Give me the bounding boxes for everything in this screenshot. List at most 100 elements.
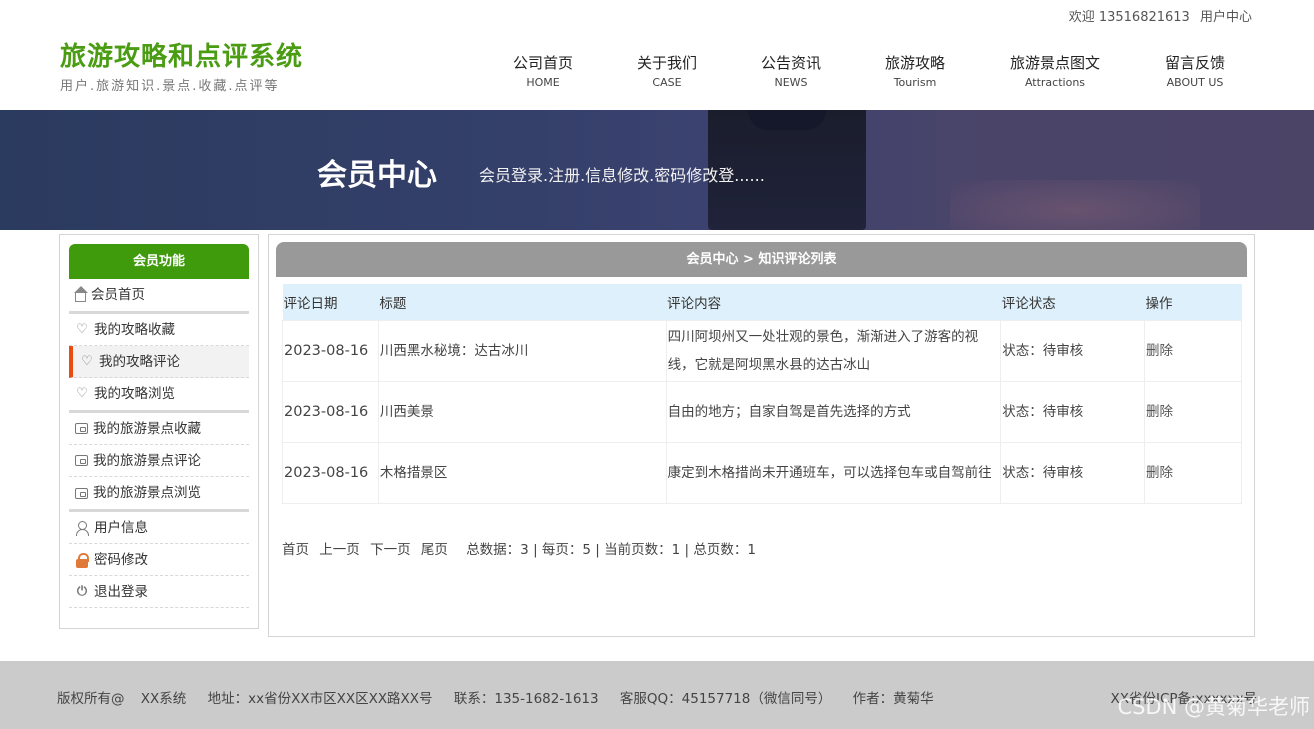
sidebar-item-change-password[interactable]: 密码修改 — [69, 544, 249, 576]
banner-glow — [950, 180, 1200, 230]
banner-description: 会员登录.注册.信息修改.密码修改登...... — [479, 166, 765, 185]
sidebar-item-member-home[interactable]: 会员首页 — [69, 279, 249, 311]
member-sidebar: 会员功能 会员首页 ♡ 我的攻略收藏 ♡ 我的攻略评论 ♡ 我的攻略浏览 我的旅… — [59, 234, 259, 629]
topbar: 欢迎 13516821613 用户中心 — [1063, 6, 1252, 25]
cell-status: 状态：待审核 — [1000, 441, 1146, 504]
pager-next[interactable]: 下一页 — [370, 542, 411, 558]
sidebar-item-strategy-comments[interactable]: ♡ 我的攻略评论 — [69, 346, 249, 378]
sidebar-item-label: 密码修改 — [94, 551, 148, 568]
wallet-icon — [75, 423, 88, 434]
nav-label: 旅游攻略 — [884, 54, 945, 72]
site-subtitle: 用户.旅游知识.景点.收藏.点评等 — [60, 79, 280, 94]
user-icon — [75, 520, 89, 536]
comment-table: 评论日期 标题 评论内容 评论状态 操作 2023-08-16 川西黑水秘境：达… — [282, 284, 1242, 504]
nav-home[interactable]: 公司首页 HOME — [484, 52, 602, 89]
pager-first[interactable]: 首页 — [282, 542, 309, 558]
nav-sublabel: NEWS — [774, 76, 808, 89]
nav-about[interactable]: 关于我们 CASE — [602, 52, 732, 89]
breadcrumb: 会员中心 > 知识评论列表 — [276, 242, 1247, 277]
table-row: 2023-08-16 川西黑水秘境：达古冰川 四川阿坝州又一处壮观的景色，渐渐进… — [282, 319, 1242, 382]
column-header-status: 评论状态 — [1000, 284, 1145, 320]
sidebar-group-account: 用户信息 密码修改 ⏻ 退出登录 — [69, 512, 249, 608]
user-center-link[interactable]: 用户中心 — [1200, 10, 1252, 25]
cell-content: 康定到木格措尚未开通班车，可以选择包车或自驾前往 — [665, 441, 1002, 504]
sidebar-item-label: 退出登录 — [94, 583, 148, 600]
nav-attractions[interactable]: 旅游景点图文 Attractions — [980, 52, 1130, 89]
table-row: 2023-08-16 川西美景 自由的地方；自家自驾是首先选择的方式 状态：待审… — [282, 380, 1242, 443]
delete-link[interactable]: 删除 — [1146, 404, 1173, 420]
cell-title: 木格措景区 — [377, 441, 667, 504]
cell-content: 四川阿坝州又一处壮观的景色，渐渐进入了游客的视线，它就是阿坝黑水县的达古冰山 — [665, 319, 1002, 382]
cell-status: 状态：待审核 — [1000, 380, 1146, 443]
wallet-icon — [75, 455, 88, 466]
cell-action: 删除 — [1144, 319, 1242, 382]
sidebar-item-strategy-favorites[interactable]: ♡ 我的攻略收藏 — [69, 314, 249, 346]
sidebar-item-user-info[interactable]: 用户信息 — [69, 512, 249, 544]
sidebar-item-label: 我的攻略评论 — [99, 353, 180, 370]
nav-news[interactable]: 公告资讯 NEWS — [732, 52, 850, 89]
sidebar-item-logout[interactable]: ⏻ 退出登录 — [69, 576, 249, 608]
nav-sublabel: HOME — [526, 76, 560, 89]
cell-action: 删除 — [1144, 380, 1242, 443]
main-nav: 公司首页 HOME 关于我们 CASE 公告资讯 NEWS 旅游攻略 Touri… — [484, 52, 1260, 89]
cell-content: 自由的地方；自家自驾是首先选择的方式 — [665, 380, 1002, 443]
pager-last[interactable]: 尾页 — [421, 542, 448, 558]
nav-label: 关于我们 — [636, 54, 697, 72]
footer-info: 版权所有@ XX系统 地址：xx省份XX市区XX区XX路XX号 联系：135-1… — [57, 687, 951, 707]
table-header-row: 评论日期 标题 评论内容 评论状态 操作 — [282, 284, 1242, 320]
pagination: 首页 上一页 下一页 尾页 总数据：3 | 每页：5 | 当前页数：1 | 总页… — [282, 538, 1247, 558]
sidebar-heading: 会员功能 — [69, 244, 249, 279]
nav-label: 旅游景点图文 — [1009, 54, 1100, 72]
footer-contact: 联系：135-1682-1613 — [453, 691, 599, 707]
column-header-date: 评论日期 — [282, 284, 379, 320]
nav-sublabel: ABOUT US — [1166, 76, 1224, 89]
cell-status: 状态：待审核 — [1000, 319, 1146, 382]
banner: 会员中心 会员登录.注册.信息修改.密码修改登...... — [0, 110, 1314, 230]
lock-icon — [75, 552, 89, 568]
cell-date: 2023-08-16 — [282, 319, 379, 382]
heart-icon: ♡ — [81, 353, 93, 369]
footer-address: 地址：xx省份XX市区XX区XX路XX号 — [207, 691, 433, 707]
pager-prev[interactable]: 上一页 — [319, 542, 360, 558]
nav-sublabel: CASE — [652, 76, 682, 89]
main-content: 会员中心 > 知识评论列表 评论日期 标题 评论内容 评论状态 操作 2023-… — [268, 234, 1255, 637]
sidebar-item-scenic-history[interactable]: 我的旅游景点浏览 — [69, 477, 249, 509]
footer-system: XX系统 — [140, 691, 187, 707]
heart-icon: ♡ — [76, 321, 88, 337]
sidebar-item-scenic-favorites[interactable]: 我的旅游景点收藏 — [69, 413, 249, 445]
sidebar-item-label: 用户信息 — [94, 519, 148, 536]
sidebar-item-scenic-comments[interactable]: 我的旅游景点评论 — [69, 445, 249, 477]
csdn-watermark: CSDN @黄菊华老师 — [1117, 695, 1310, 719]
cell-title: 川西美景 — [377, 380, 667, 443]
table-row: 2023-08-16 木格措景区 康定到木格措尚未开通班车，可以选择包车或自驾前… — [282, 441, 1242, 504]
sidebar-item-label: 我的旅游景点浏览 — [93, 485, 201, 501]
nav-label: 公司首页 — [512, 54, 573, 72]
cell-action: 删除 — [1144, 441, 1242, 504]
cell-date: 2023-08-16 — [282, 441, 379, 504]
delete-link[interactable]: 删除 — [1146, 465, 1173, 481]
sidebar-group-scenic: 我的旅游景点收藏 我的旅游景点评论 我的旅游景点浏览 — [69, 413, 249, 512]
delete-link[interactable]: 删除 — [1146, 343, 1173, 359]
sidebar-item-strategy-history[interactable]: ♡ 我的攻略浏览 — [69, 378, 249, 410]
sidebar-item-label: 我的攻略收藏 — [94, 321, 175, 338]
sidebar-item-label: 我的攻略浏览 — [94, 386, 175, 402]
welcome-text: 欢迎 13516821613 — [1068, 10, 1190, 25]
nav-sublabel: Tourism — [893, 76, 937, 89]
nav-feedback[interactable]: 留言反馈 ABOUT US — [1130, 52, 1260, 89]
power-icon: ⏻ — [76, 583, 88, 599]
banner-title: 会员中心 — [317, 158, 437, 193]
footer: 版权所有@ XX系统 地址：xx省份XX市区XX区XX路XX号 联系：135-1… — [0, 661, 1314, 729]
footer-author: 作者：黄菊华 — [852, 691, 934, 707]
sidebar-item-label: 会员首页 — [91, 287, 145, 303]
nav-sublabel: Attractions — [1024, 76, 1086, 89]
heart-icon: ♡ — [76, 386, 88, 401]
footer-qq: 客服QQ：45157718（微信同号） — [619, 691, 832, 707]
logo[interactable]: 旅游攻略和点评系统 用户.旅游知识.景点.收藏.点评等 — [60, 36, 303, 94]
sidebar-group-strategy: ♡ 我的攻略收藏 ♡ 我的攻略评论 ♡ 我的攻略浏览 — [69, 314, 249, 413]
sidebar-item-label: 我的旅游景点收藏 — [93, 420, 201, 437]
wallet-icon — [75, 487, 88, 499]
column-header-action: 操作 — [1144, 284, 1242, 320]
nav-label: 公告资讯 — [760, 54, 821, 72]
nav-tourism[interactable]: 旅游攻略 Tourism — [850, 52, 980, 89]
sidebar-item-label: 我的旅游景点评论 — [93, 452, 201, 469]
